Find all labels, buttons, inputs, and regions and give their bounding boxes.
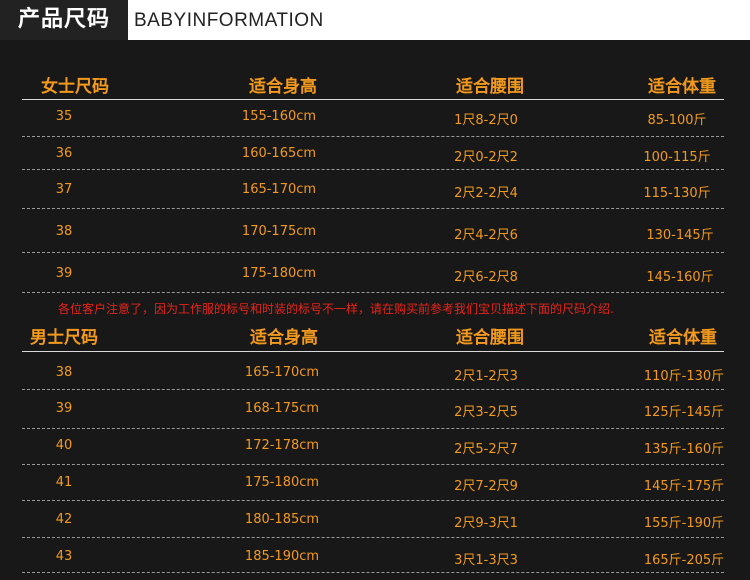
header-bar: 产品尺码 BABYINFORMATION [0, 0, 750, 40]
men-waist: 3尺1-3尺3 [454, 553, 518, 568]
men-size: 39 [55, 401, 73, 416]
women-size: 38 [55, 224, 73, 239]
men-height: 168-175cm [244, 401, 320, 416]
size-chart-page: { "header": { "title_cn": "产品尺码", "title… [0, 0, 750, 580]
header-title-cn: 产品尺码 [0, 0, 128, 40]
men-waist: 2尺3-2尺5 [454, 405, 518, 420]
women-weight: 100-115斤 [643, 150, 711, 165]
men-waist: 2尺7-2尺9 [454, 479, 518, 494]
women-weight: 85-100斤 [647, 113, 707, 128]
row-divider [22, 169, 724, 170]
women-height: 175-180cm [241, 266, 317, 281]
men-size: 38 [55, 365, 73, 380]
women-height: 155-160cm [241, 109, 317, 124]
men-col-height: 适合身高 [250, 328, 318, 348]
men-size: 43 [55, 549, 73, 564]
men-weight: 135斤-160斤 [643, 442, 725, 457]
row-divider [22, 389, 724, 390]
men-col-weight: 适合体重 [649, 328, 717, 348]
men-waist: 2尺1-2尺3 [454, 369, 518, 384]
men-header-divider [22, 351, 724, 352]
men-size: 40 [55, 438, 73, 453]
women-waist: 2尺0-2尺2 [454, 150, 518, 165]
header-title-en: BABYINFORMATION [134, 10, 324, 31]
women-col-height: 适合身高 [249, 77, 317, 97]
men-weight: 125斤-145斤 [643, 405, 725, 420]
row-divider [22, 292, 724, 293]
women-header-divider [22, 99, 724, 100]
row-divider [22, 252, 724, 253]
men-col-size: 男士尺码 [30, 328, 98, 348]
women-size: 35 [55, 109, 73, 124]
notice-text: 各位客户注意了，因为工作服的标号和时装的标号不一样，请在购买前参考我们宝贝描述下… [58, 302, 614, 316]
women-weight: 145-160斤 [646, 270, 714, 285]
men-height: 172-178cm [244, 438, 320, 453]
women-weight: 130-145斤 [646, 228, 714, 243]
men-height: 165-170cm [244, 365, 320, 380]
women-size: 37 [55, 182, 73, 197]
women-col-size: 女士尺码 [41, 77, 109, 97]
men-weight: 155斤-190斤 [643, 516, 725, 531]
women-waist: 2尺4-2尺6 [454, 228, 518, 243]
women-waist: 1尺8-2尺0 [454, 113, 518, 128]
men-size: 41 [55, 475, 73, 490]
women-height: 170-175cm [241, 224, 317, 239]
row-divider [22, 428, 724, 429]
women-weight: 115-130斤 [643, 186, 711, 201]
women-waist: 2尺6-2尺8 [454, 270, 518, 285]
row-divider [22, 208, 724, 209]
women-height: 160-165cm [241, 146, 317, 161]
women-height: 165-170cm [241, 182, 317, 197]
women-waist: 2尺2-2尺4 [454, 186, 518, 201]
men-weight: 165斤-205斤 [643, 553, 725, 568]
row-divider [22, 464, 724, 465]
men-weight: 110斤-130斤 [643, 369, 725, 384]
men-height: 175-180cm [244, 475, 320, 490]
row-divider [22, 572, 724, 573]
men-waist: 2尺9-3尺1 [454, 516, 518, 531]
men-weight: 145斤-175斤 [643, 479, 725, 494]
women-col-waist: 适合腰围 [456, 77, 524, 97]
men-waist: 2尺5-2尺7 [454, 442, 518, 457]
men-size: 42 [55, 512, 73, 527]
men-height: 185-190cm [244, 549, 320, 564]
row-divider [22, 136, 724, 137]
women-col-weight: 适合体重 [648, 77, 716, 97]
men-height: 180-185cm [244, 512, 320, 527]
women-size: 39 [55, 266, 73, 281]
women-size: 36 [55, 146, 73, 161]
row-divider [22, 537, 724, 538]
row-divider [22, 500, 724, 501]
men-col-waist: 适合腰围 [456, 328, 524, 348]
